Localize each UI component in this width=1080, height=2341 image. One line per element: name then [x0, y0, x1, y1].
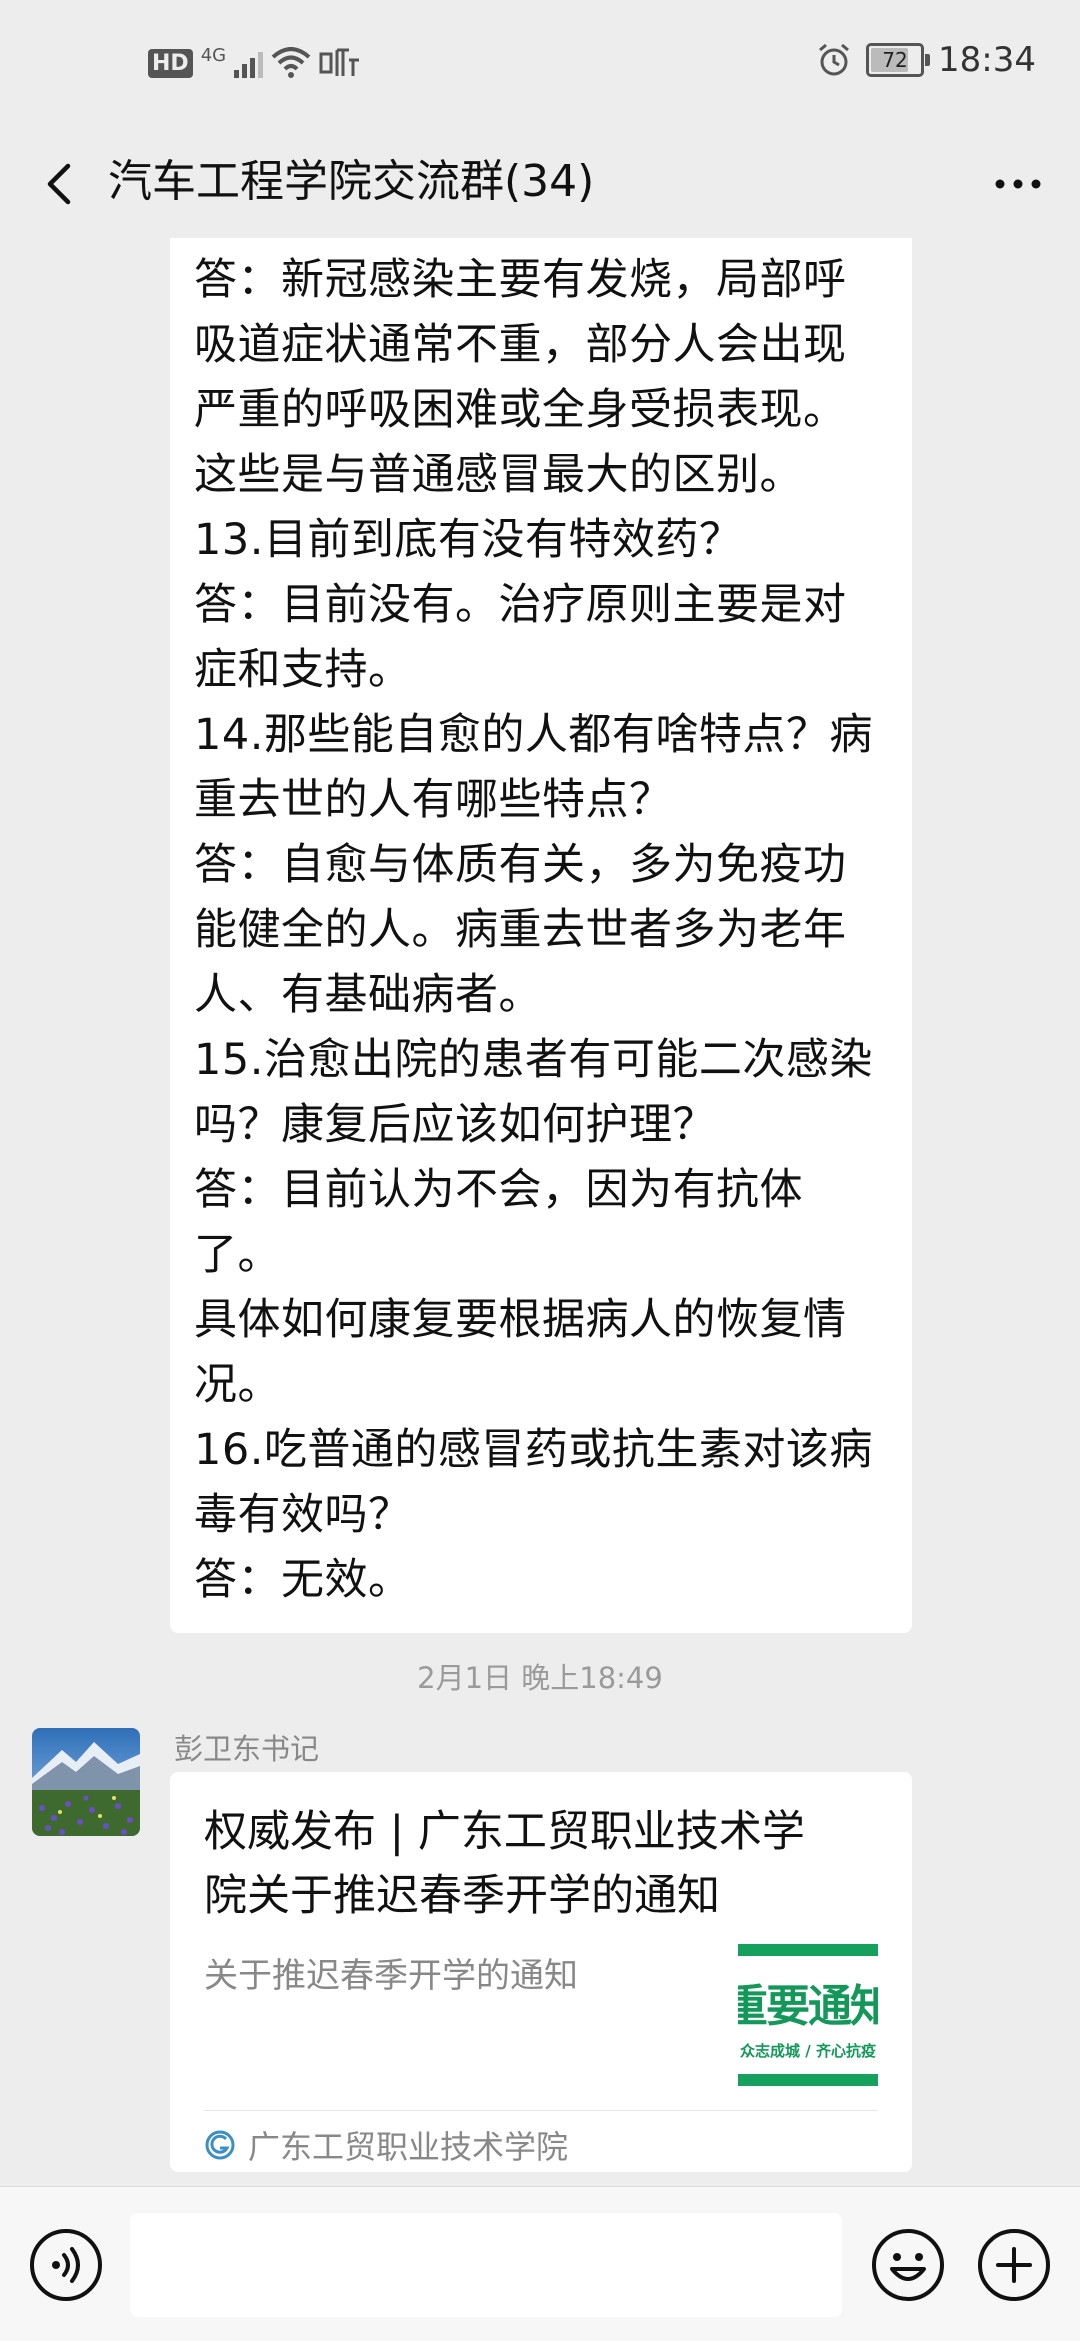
message-line: 15.治愈出院的患者有可能二次感染	[194, 1035, 873, 1085]
battery-icon: 72	[866, 43, 931, 77]
status-right: 72 18:34	[816, 40, 1036, 80]
alarm-icon	[819, 43, 849, 76]
card-source: 广东工贸职业技术学院	[204, 2122, 568, 2168]
card-divider	[204, 2110, 878, 2111]
back-icon[interactable]	[28, 152, 92, 216]
link-card[interactable]: 权威发布 | 广东工贸职业技术学院关于推迟春季开学的通知 关于推迟春季开学的通知…	[170, 1772, 912, 2172]
card-thumbnail: 重要通知 众志成城 / 齐心抗疫	[738, 1944, 878, 2086]
message-line: 答：目前没有。治疗原则主要是对	[194, 580, 847, 630]
hd-badge: HD	[148, 48, 193, 78]
message-line: 严重的呼吸困难或全身受损表现。	[194, 385, 847, 435]
message-line: 吸道症状通常不重，部分人会出现	[194, 320, 847, 370]
message-line: 答：新冠感染主要有发烧，局部呼	[194, 255, 847, 305]
status-bar: HD 4G 72 18:34	[0, 0, 1080, 130]
battery-percent: 72	[882, 48, 908, 72]
listen-icon	[319, 48, 360, 76]
status-left: HD 4G	[148, 44, 361, 80]
message-bubble[interactable]: 答：新冠感染主要有发烧，局部呼 吸道症状通常不重，部分人会出现 严重的呼吸困难或全身…	[170, 238, 912, 1633]
sender-name: 彭卫东书记	[174, 1732, 320, 1766]
message-line: 答：无效。	[194, 1555, 412, 1605]
chat-title: 汽车工程学院交流群(34)	[108, 156, 595, 207]
voice-icon[interactable]	[28, 2227, 104, 2303]
avatar[interactable]	[32, 1728, 140, 1836]
input-bar	[0, 2186, 1080, 2341]
message-line: 答：目前认为不会，因为有抗体了。	[194, 1165, 803, 1280]
thumb-accent-bottom	[738, 2074, 878, 2086]
wifi-icon	[271, 47, 311, 78]
message-input[interactable]	[130, 2213, 842, 2317]
message-text: 答：新冠感染主要有发烧，局部呼 吸道症状通常不重，部分人会出现 严重的呼吸困难或全身…	[194, 248, 888, 1613]
clock: 18:34	[938, 40, 1036, 80]
message-line: 答：自愈与体质有关，多为免疫功	[194, 840, 847, 890]
message-line: 13.目前到底有没有特效药？	[194, 515, 743, 565]
signal-icon	[234, 48, 264, 78]
thumb-accent-top	[738, 1944, 878, 1956]
more-icon[interactable]	[986, 152, 1050, 216]
source-logo-icon	[205, 2130, 235, 2160]
plus-icon[interactable]	[976, 2227, 1052, 2303]
message-line: 况。	[194, 1360, 281, 1410]
card-source-name: 广东工贸职业技术学院	[248, 2128, 569, 2166]
message-line: 14.那些能自愈的人都有啥特点？病	[194, 710, 873, 760]
card-title: 权威发布 | 广东工贸职业技术学院关于推迟春季开学的通知	[204, 1807, 805, 1921]
message-line: 毒有效吗？	[194, 1490, 412, 1540]
message-timestamp: 2月1日 晚上18:49	[417, 1661, 663, 1695]
thumb-subtitle: 众志成城 / 齐心抗疫	[740, 2042, 876, 2060]
message-line: 人、有基础病者。	[194, 970, 542, 1020]
message-line: 重去世的人有哪些特点？	[194, 775, 673, 825]
message-line: 症和支持。	[194, 645, 412, 695]
nav-bar: 汽车工程学院交流群(34)	[0, 130, 1080, 238]
message-line: 吗？康复后应该如何护理？	[194, 1100, 716, 1150]
message-line: 具体如何康复要根据病人的恢复情	[194, 1295, 847, 1345]
network-type: 4G	[200, 44, 227, 66]
message-line: 16.吃普通的感冒药或抗生素对该病	[194, 1425, 873, 1475]
emoji-icon[interactable]	[870, 2227, 946, 2303]
card-description: 关于推迟春季开学的通知	[204, 1956, 578, 1996]
message-line: 这些是与普通感冒最大的区别。	[194, 450, 803, 500]
message-line: 能健全的人。病重去世者多为老年	[194, 905, 847, 955]
thumb-title: 重要通知	[738, 1981, 878, 2032]
chat-area[interactable]: 答：新冠感染主要有发烧，局部呼 吸道症状通常不重，部分人会出现 严重的呼吸困难或全身…	[0, 238, 1080, 2186]
